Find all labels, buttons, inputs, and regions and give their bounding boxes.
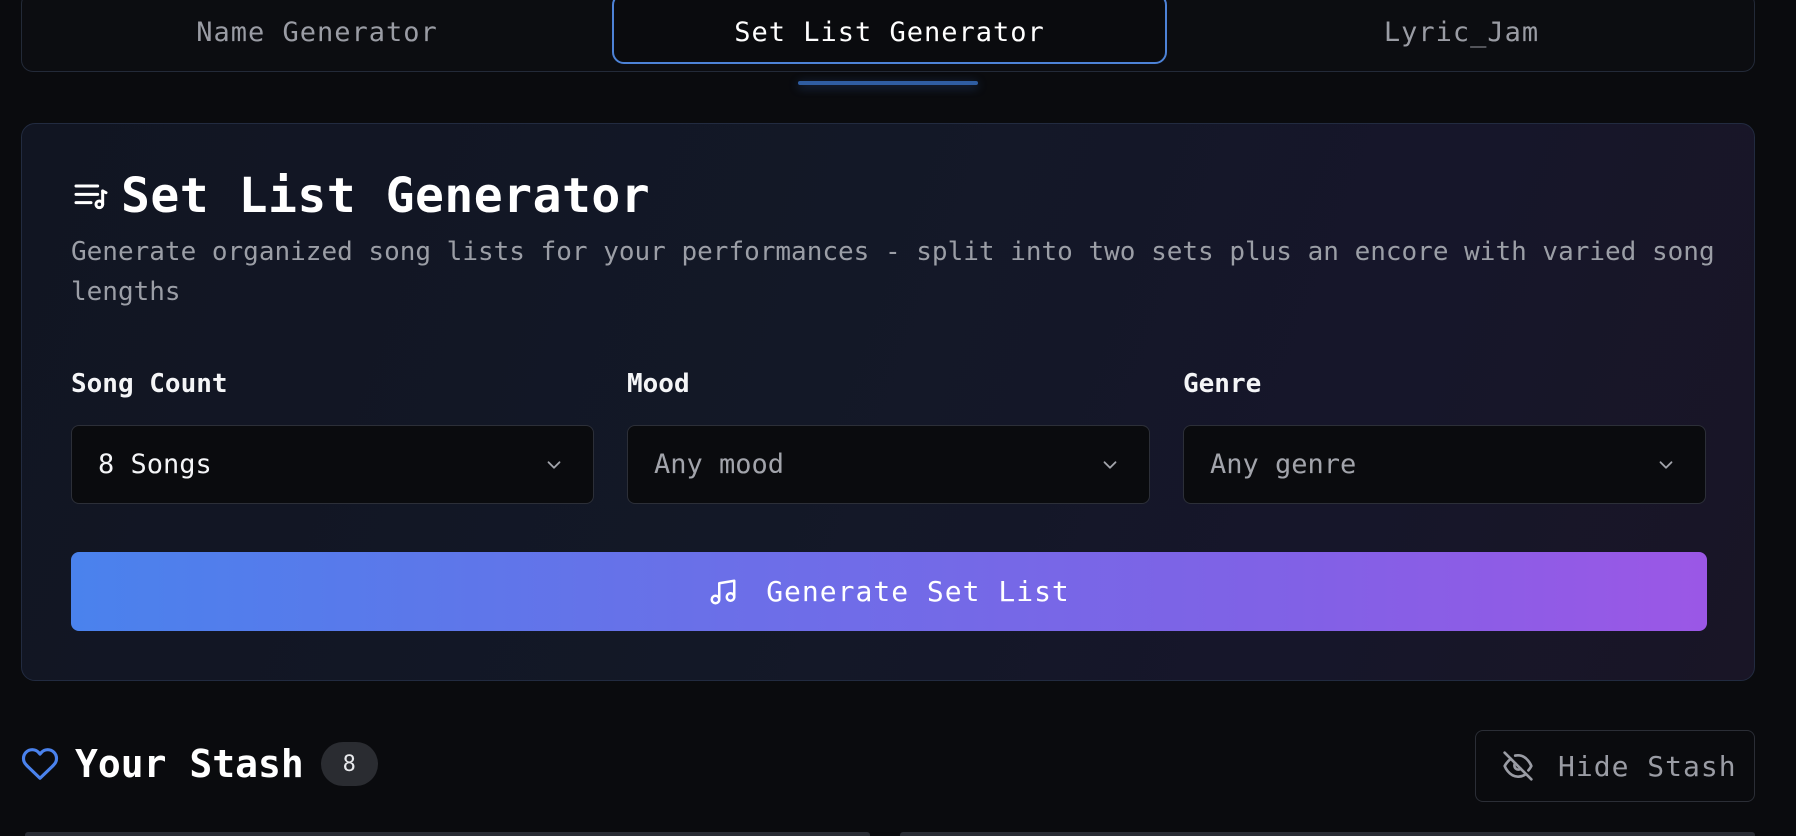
song-count-label: Song Count xyxy=(71,369,228,399)
stash-card-edge xyxy=(900,832,1755,836)
mood-label: Mood xyxy=(627,369,690,399)
card-header: Set List Generator xyxy=(71,168,650,224)
chevron-down-icon xyxy=(1103,461,1117,469)
genre-label: Genre xyxy=(1183,369,1262,399)
genre-value: Any genre xyxy=(1210,449,1357,480)
stash-card-edge xyxy=(25,832,870,836)
card-description: Generate organized song lists for your p… xyxy=(71,237,1715,307)
mood-select[interactable]: Any mood xyxy=(627,425,1150,504)
stash-count-badge: 8 xyxy=(320,742,378,786)
tab-set-list-generator[interactable]: Set List Generator xyxy=(612,0,1167,64)
page-title: Set List Generator xyxy=(121,168,651,224)
chevron-down-icon xyxy=(547,461,561,469)
eye-off-icon xyxy=(1503,751,1533,781)
stash-title: Your Stash xyxy=(75,742,304,786)
music-note-icon xyxy=(710,579,736,604)
generate-set-list-button[interactable]: Generate Set List xyxy=(71,552,1707,631)
set-list-generator-card: Set List Generator Generate organized so… xyxy=(21,123,1755,681)
stash-header: Your Stash 8 xyxy=(21,742,378,786)
tab-bar: Name Generator Set List Generator Lyric_… xyxy=(21,0,1755,72)
active-tab-indicator xyxy=(798,81,978,85)
tab-name-generator[interactable]: Name Generator xyxy=(22,1,612,64)
hide-stash-label: Hide Stash xyxy=(1558,749,1737,783)
music-list-icon xyxy=(74,184,108,210)
song-count-select[interactable]: 8 Songs xyxy=(71,425,594,504)
genre-select[interactable]: Any genre xyxy=(1183,425,1706,504)
chevron-down-icon xyxy=(1659,461,1673,469)
song-count-value: 8 Songs xyxy=(98,449,212,480)
generate-button-label: Generate Set List xyxy=(766,575,1070,608)
heart-icon xyxy=(21,748,59,780)
tab-lyric-jam[interactable]: Lyric_Jam xyxy=(1167,1,1756,64)
mood-value: Any mood xyxy=(654,449,785,480)
hide-stash-button[interactable]: Hide Stash xyxy=(1475,730,1755,802)
